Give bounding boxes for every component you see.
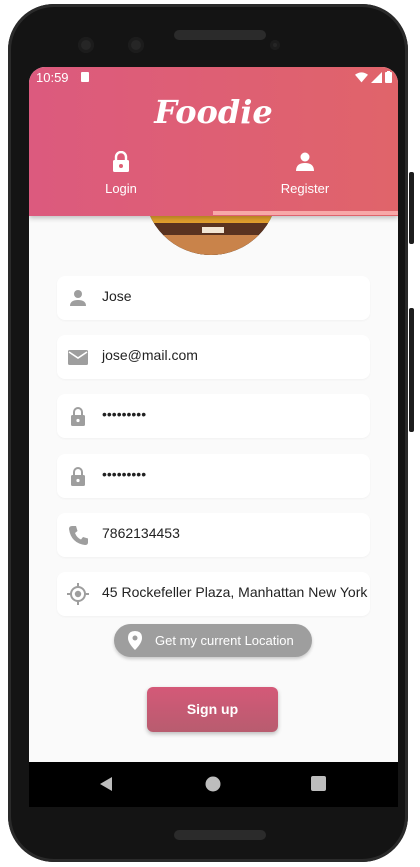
email-icon xyxy=(68,350,88,365)
tab-selected-indicator xyxy=(213,211,398,215)
my-location-icon xyxy=(67,583,89,605)
sim-card-icon xyxy=(81,72,89,82)
lock-icon xyxy=(113,151,129,172)
email-field[interactable]: jose@mail.com xyxy=(57,335,370,379)
recent-apps-icon[interactable] xyxy=(311,776,326,791)
back-icon[interactable] xyxy=(99,776,113,792)
address-value: 45 Rockefeller Plaza, Manhattan New York xyxy=(102,584,368,600)
home-icon[interactable] xyxy=(205,776,221,792)
system-navigation-bar xyxy=(29,762,398,807)
lock-icon xyxy=(71,407,85,426)
tab-login[interactable]: Login xyxy=(29,151,213,213)
status-bar: 10:59 xyxy=(29,67,398,89)
sign-up-button[interactable]: Sign up xyxy=(147,687,278,732)
volume-button xyxy=(409,308,414,432)
name-value: Jose xyxy=(102,288,132,304)
app-screen: 10:59 Foodie Login Register Jose jose@ma… xyxy=(29,67,398,807)
wifi-icon xyxy=(355,71,368,82)
address-field[interactable]: 45 Rockefeller Plaza, Manhattan New York xyxy=(57,572,370,616)
front-camera xyxy=(78,37,94,53)
person-icon xyxy=(70,290,86,306)
person-icon xyxy=(296,152,314,171)
location-pin-icon xyxy=(128,631,142,650)
battery-icon xyxy=(385,71,392,83)
password-value: ••••••••• xyxy=(102,406,147,422)
status-time: 10:59 xyxy=(36,70,69,85)
confirm-password-value: ••••••••• xyxy=(102,466,147,482)
tab-register-label: Register xyxy=(280,181,330,196)
signal-icon xyxy=(371,71,382,83)
name-field[interactable]: Jose xyxy=(57,276,370,320)
phone-field[interactable]: 7862134453 xyxy=(57,513,370,557)
proximity-sensor xyxy=(270,40,280,50)
earpiece-speaker xyxy=(174,30,266,40)
email-value: jose@mail.com xyxy=(102,347,198,363)
get-location-button[interactable]: Get my current Location xyxy=(114,624,312,657)
password-field[interactable]: ••••••••• xyxy=(57,394,370,438)
lock-icon xyxy=(71,467,85,486)
front-sensor xyxy=(128,37,144,53)
app-title: Foodie xyxy=(154,93,273,131)
bottom-speaker xyxy=(174,830,266,840)
get-location-label: Get my current Location xyxy=(155,633,294,648)
tab-register[interactable]: Register xyxy=(213,151,397,213)
app-header: 10:59 Foodie Login Register xyxy=(29,67,398,216)
phone-value: 7862134453 xyxy=(102,525,180,541)
confirm-password-field[interactable]: ••••••••• xyxy=(57,454,370,498)
phone-icon xyxy=(69,526,88,545)
tab-login-label: Login xyxy=(105,181,137,196)
status-icons xyxy=(355,71,392,83)
power-button xyxy=(409,172,414,244)
